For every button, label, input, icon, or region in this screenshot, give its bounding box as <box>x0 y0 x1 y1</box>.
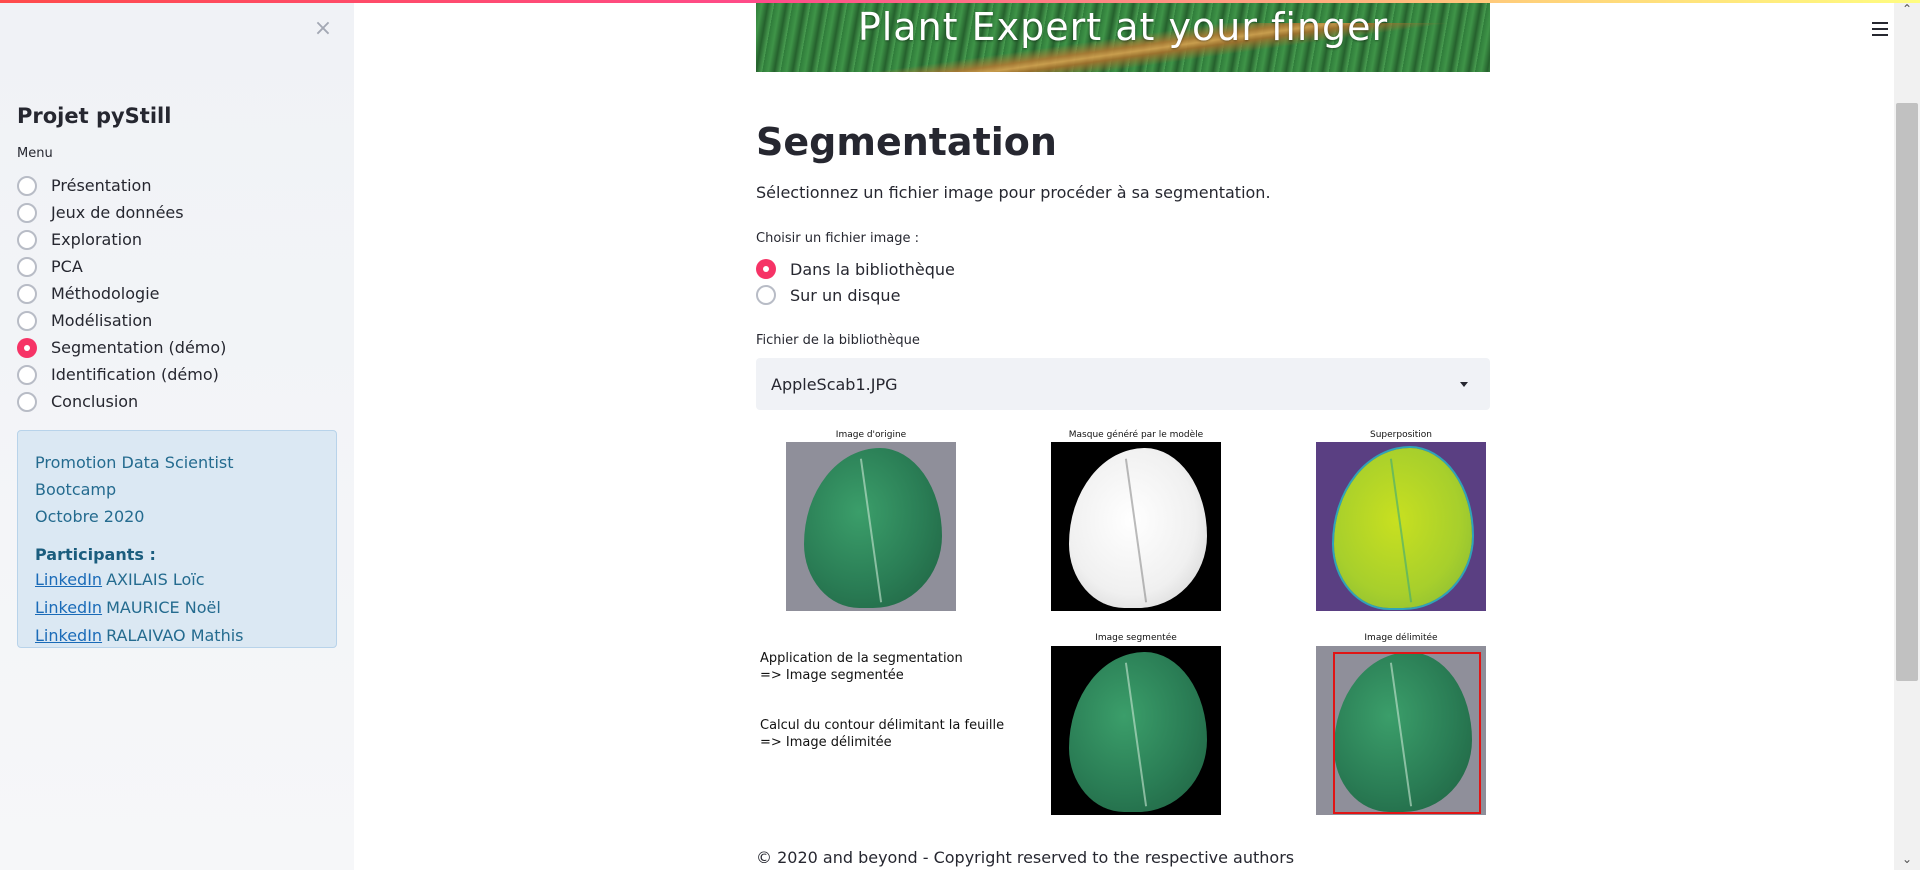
library-file-label: Fichier de la bibliothèque <box>756 333 920 348</box>
menu-item-label: Jeux de données <box>51 203 184 222</box>
menu-item-label: Identification (démo) <box>51 365 219 384</box>
menu-item-segmentation[interactable]: Segmentation (démo) <box>17 334 226 361</box>
page-title: Segmentation <box>756 120 1057 164</box>
leaf-overlay-shape <box>1334 448 1472 608</box>
participant-name: AXILAIS Loïc <box>106 570 205 589</box>
radio-selected-icon <box>756 259 776 279</box>
radio-icon <box>17 175 37 196</box>
source-option-disk[interactable]: Sur un disque <box>756 282 955 308</box>
desc-line: Calcul du contour délimitant la feuille <box>760 718 1005 733</box>
menu-item-label: Présentation <box>51 176 152 195</box>
menu-item-label: PCA <box>51 257 83 276</box>
leaf-shape <box>804 448 942 608</box>
overlay-image <box>1316 442 1486 611</box>
choose-file-label: Choisir un fichier image : <box>756 231 920 246</box>
radio-icon <box>17 256 37 277</box>
linkedin-link[interactable]: LinkedIn <box>35 566 102 594</box>
linkedin-link[interactable]: LinkedIn <box>35 622 102 650</box>
desc-line: Application de la segmentation <box>760 651 963 666</box>
hamburger-menu-icon[interactable] <box>1872 22 1888 36</box>
banner-image: Plant Expert at your finger <box>756 3 1490 72</box>
desc-line: => Image segmentée <box>760 668 904 683</box>
file-select[interactable]: AppleScab1.JPG <box>756 358 1490 410</box>
participants-heading: Participants : <box>35 545 156 564</box>
selected-file-value: AppleScab1.JPG <box>771 374 898 394</box>
menu-item-conclusion[interactable]: Conclusion <box>17 388 226 415</box>
figure-title-segmented: Image segmentée <box>1095 633 1177 643</box>
figure-title-original: Image d'origine <box>835 430 907 440</box>
leaf-shape <box>1069 652 1207 812</box>
promotion-text: Promotion Data Scientist Bootcamp <box>35 453 234 499</box>
scroll-down-icon[interactable]: ⌄ <box>1898 852 1916 866</box>
menu-item-label: Méthodologie <box>51 284 160 303</box>
mask-image <box>1051 442 1221 611</box>
top-decoration-bar <box>0 0 1920 3</box>
menu-item-label: Conclusion <box>51 392 139 411</box>
sidebar-title: Projet pyStill <box>17 104 172 128</box>
radio-icon <box>756 285 776 305</box>
desc-line: => Image délimitée <box>760 735 892 750</box>
delimited-image <box>1316 646 1486 815</box>
scrollbar-thumb[interactable] <box>1896 103 1918 681</box>
radio-icon <box>17 364 37 385</box>
participant-row: LinkedIn MAURICE Noël <box>35 594 319 622</box>
participant-row: LinkedIn RALAIVAO Mathis <box>35 622 319 650</box>
segmented-image <box>1051 646 1221 815</box>
menu-item-modelisation[interactable]: Modélisation <box>17 307 226 334</box>
menu-radio-group: Présentation Jeux de données Exploration… <box>17 172 226 415</box>
info-box: Promotion Data Scientist Bootcamp Octobr… <box>17 430 337 648</box>
linkedin-link[interactable]: LinkedIn <box>35 594 102 622</box>
menu-item-label: Segmentation (démo) <box>51 338 227 357</box>
participant-row: LinkedIn AXILAIS Loïc <box>35 566 319 594</box>
leaf-mask-shape <box>1069 448 1207 608</box>
participant-name: MAURICE Noël <box>106 598 221 617</box>
radio-icon <box>17 229 37 250</box>
menu-label: Menu <box>17 146 53 161</box>
promotion-date: Octobre 2020 <box>35 507 145 526</box>
radio-icon <box>17 283 37 304</box>
figure-title-delimited: Image délimitée <box>1364 633 1438 643</box>
radio-icon <box>17 391 37 412</box>
menu-item-identification[interactable]: Identification (démo) <box>17 361 226 388</box>
radio-icon <box>17 310 37 331</box>
radio-icon <box>17 202 37 223</box>
menu-item-presentation[interactable]: Présentation <box>17 172 226 199</box>
radio-selected-icon <box>17 337 37 358</box>
source-option-label: Dans la bibliothèque <box>790 259 955 279</box>
segmentation-description: Application de la segmentation => Image … <box>760 650 963 684</box>
scroll-up-icon[interactable]: ⌃ <box>1898 2 1916 16</box>
menu-item-label: Modélisation <box>51 311 153 330</box>
participant-name: RALAIVAO Mathis <box>106 626 244 645</box>
source-option-library[interactable]: Dans la bibliothèque <box>756 256 955 282</box>
banner-title: Plant Expert at your finger <box>857 5 1389 49</box>
menu-item-exploration[interactable]: Exploration <box>17 226 226 253</box>
footer-copyright: © 2020 and beyond - Copyright reserved t… <box>756 848 1295 867</box>
source-option-label: Sur un disque <box>790 285 901 305</box>
caret-down-icon <box>1460 382 1468 387</box>
menu-item-methodologie[interactable]: Méthodologie <box>17 280 226 307</box>
figure-title-overlay: Superposition <box>1369 430 1432 440</box>
menu-item-datasets[interactable]: Jeux de données <box>17 199 226 226</box>
figure-title-mask: Masque généré par le modèle <box>1068 430 1204 440</box>
menu-item-pca[interactable]: PCA <box>17 253 226 280</box>
contour-description: Calcul du contour délimitant la feuille … <box>760 717 1004 751</box>
main-content: Plant Expert at your finger Segmentation… <box>354 0 1894 870</box>
source-radio-group: Dans la bibliothèque Sur un disque <box>756 256 955 308</box>
close-sidebar-icon[interactable]: × <box>312 18 334 40</box>
bounding-box <box>1333 652 1481 814</box>
original-image <box>786 442 956 611</box>
menu-item-label: Exploration <box>51 230 142 249</box>
sidebar: × Projet pyStill Menu Présentation Jeux … <box>0 0 354 870</box>
intro-text: Sélectionnez un fichier image pour procé… <box>756 183 1271 202</box>
